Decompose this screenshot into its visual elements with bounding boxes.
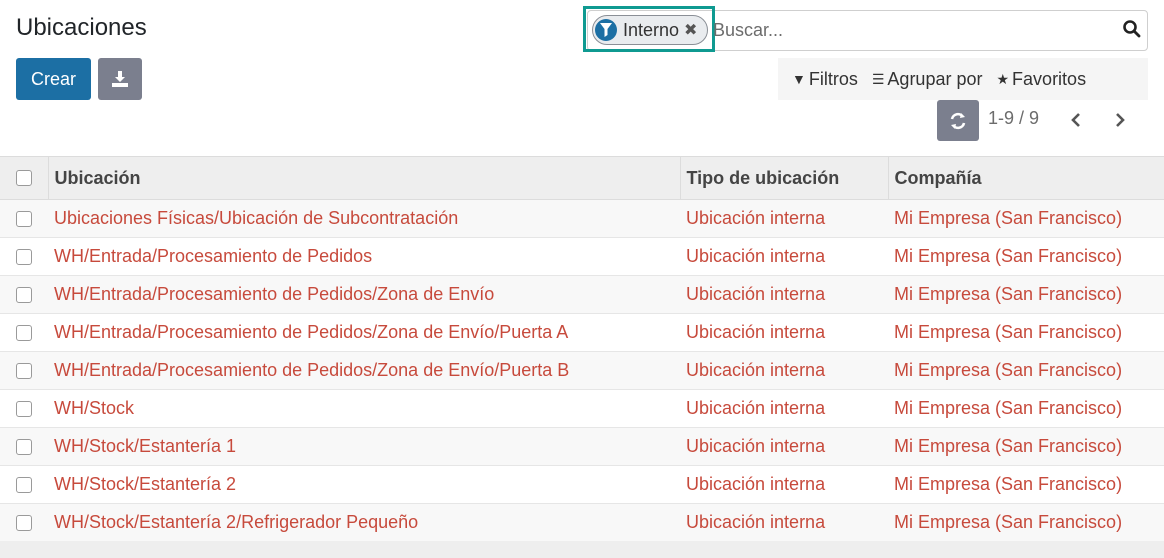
location-cell[interactable]: WH/Entrada/Procesamiento de Pedidos/Zona… <box>48 314 680 352</box>
location-cell[interactable]: Ubicaciones Físicas/Ubicación de Subcont… <box>48 200 680 238</box>
location-cell[interactable]: WH/Stock/Estantería 2/Refrigerador Peque… <box>48 504 680 542</box>
table-row[interactable]: WH/Stock/Estantería 2 Ubicación interna … <box>0 465 1164 504</box>
table-row[interactable]: WH/Entrada/Procesamiento de Pedidos Ubic… <box>0 237 1164 276</box>
row-checkbox-cell[interactable] <box>0 200 48 238</box>
row-checkbox-cell[interactable] <box>0 276 48 314</box>
row-checkbox[interactable] <box>16 324 32 341</box>
type-cell[interactable]: Ubicación interna <box>680 200 888 238</box>
company-cell[interactable]: Mi Empresa (San Francisco) <box>888 314 1164 352</box>
type-cell[interactable]: Ubicación interna <box>680 314 888 352</box>
highlight-box <box>583 6 715 52</box>
row-checkbox[interactable] <box>16 286 32 303</box>
select-all-cell[interactable] <box>0 156 48 200</box>
group-by-label: Agrupar por <box>887 68 983 89</box>
row-checkbox-cell[interactable] <box>0 466 48 504</box>
row-checkbox-cell[interactable] <box>0 428 48 466</box>
type-cell[interactable]: Ubicación interna <box>680 390 888 428</box>
company-cell[interactable]: Mi Empresa (San Francisco) <box>888 276 1164 314</box>
row-checkbox-cell[interactable] <box>0 390 48 428</box>
row-checkbox[interactable] <box>16 210 32 227</box>
type-cell[interactable]: Ubicación interna <box>680 352 888 390</box>
type-cell[interactable]: Ubicación interna <box>680 428 888 466</box>
location-cell[interactable]: WH/Entrada/Procesamiento de Pedidos/Zona… <box>48 276 680 314</box>
location-cell[interactable]: WH/Stock <box>48 390 680 428</box>
company-cell[interactable]: Mi Empresa (San Francisco) <box>888 466 1164 504</box>
table-header-row: Ubicación Tipo de ubicación Compañía <box>0 156 1164 200</box>
company-cell[interactable]: Mi Empresa (San Francisco) <box>888 200 1164 238</box>
refresh-icon <box>950 112 966 129</box>
chevron-right-icon[interactable] <box>1110 109 1130 131</box>
star-icon: ★ <box>996 70 1010 87</box>
search-icon[interactable] <box>1122 19 1142 39</box>
refresh-button[interactable] <box>937 100 979 141</box>
location-cell[interactable]: WH/Stock/Estantería 2 <box>48 466 680 504</box>
search-input[interactable] <box>713 15 1113 45</box>
page-title: Ubicaciones <box>16 14 147 41</box>
table-row[interactable]: WH/Stock/Estantería 2/Refrigerador Peque… <box>0 503 1164 542</box>
row-checkbox[interactable] <box>16 248 32 265</box>
table-row[interactable]: WH/Stock Ubicación interna Mi Empresa (S… <box>0 389 1164 428</box>
favorites-dropdown[interactable]: ★ Favoritos <box>996 69 1086 90</box>
column-header-type[interactable]: Tipo de ubicación <box>679 156 888 200</box>
row-checkbox-cell[interactable] <box>0 314 48 352</box>
download-button[interactable] <box>98 58 142 100</box>
row-checkbox[interactable] <box>16 438 32 455</box>
row-checkbox[interactable] <box>16 400 32 417</box>
filters-label: Filtros <box>808 68 858 89</box>
location-cell[interactable]: WH/Entrada/Procesamiento de Pedidos/Zona… <box>48 352 680 390</box>
group-by-dropdown[interactable]: ☰ Agrupar por <box>872 69 983 90</box>
type-cell[interactable]: Ubicación interna <box>680 504 888 542</box>
type-cell[interactable]: Ubicación interna <box>680 238 888 276</box>
company-cell[interactable]: Mi Empresa (San Francisco) <box>888 504 1164 542</box>
table-row[interactable]: WH/Stock/Estantería 1 Ubicación interna … <box>0 427 1164 466</box>
row-checkbox-cell[interactable] <box>0 352 48 390</box>
company-cell[interactable]: Mi Empresa (San Francisco) <box>888 428 1164 466</box>
table-row[interactable]: Ubicaciones Físicas/Ubicación de Subcont… <box>0 199 1164 238</box>
type-cell[interactable]: Ubicación interna <box>680 276 888 314</box>
row-checkbox-cell[interactable] <box>0 504 48 542</box>
table-row[interactable]: WH/Entrada/Procesamiento de Pedidos/Zona… <box>0 313 1164 352</box>
filter-icon: ▼ <box>792 71 806 87</box>
download-icon <box>112 71 128 87</box>
pager-value[interactable]: 1-9 / 9 <box>988 108 1039 129</box>
select-all-checkbox[interactable] <box>16 170 32 186</box>
table-row[interactable]: WH/Entrada/Procesamiento de Pedidos/Zona… <box>0 351 1164 390</box>
type-cell[interactable]: Ubicación interna <box>680 466 888 504</box>
row-checkbox-cell[interactable] <box>0 238 48 276</box>
company-cell[interactable]: Mi Empresa (San Francisco) <box>888 390 1164 428</box>
locations-table: Ubicación Tipo de ubicación Compañía Ubi… <box>0 156 1164 542</box>
company-cell[interactable]: Mi Empresa (San Francisco) <box>888 352 1164 390</box>
company-cell[interactable]: Mi Empresa (San Francisco) <box>888 238 1164 276</box>
favorites-label: Favoritos <box>1012 68 1087 89</box>
list-icon: ☰ <box>871 70 885 87</box>
row-checkbox[interactable] <box>16 362 32 379</box>
table-footer <box>0 541 1164 558</box>
location-cell[interactable]: WH/Entrada/Procesamiento de Pedidos <box>48 238 680 276</box>
search-panel: ▼ Filtros ☰ Agrupar por ★ Favoritos <box>778 58 1148 100</box>
row-checkbox[interactable] <box>16 514 32 531</box>
table-row[interactable]: WH/Entrada/Procesamiento de Pedidos/Zona… <box>0 275 1164 314</box>
create-button[interactable]: Crear <box>16 58 91 100</box>
location-cell[interactable]: WH/Stock/Estantería 1 <box>48 428 680 466</box>
column-header-company[interactable]: Compañía <box>887 156 1164 200</box>
filters-dropdown[interactable]: ▼ Filtros <box>792 69 858 90</box>
chevron-left-icon[interactable] <box>1066 109 1086 131</box>
row-checkbox[interactable] <box>16 476 32 493</box>
column-header-location[interactable]: Ubicación <box>47 156 680 200</box>
